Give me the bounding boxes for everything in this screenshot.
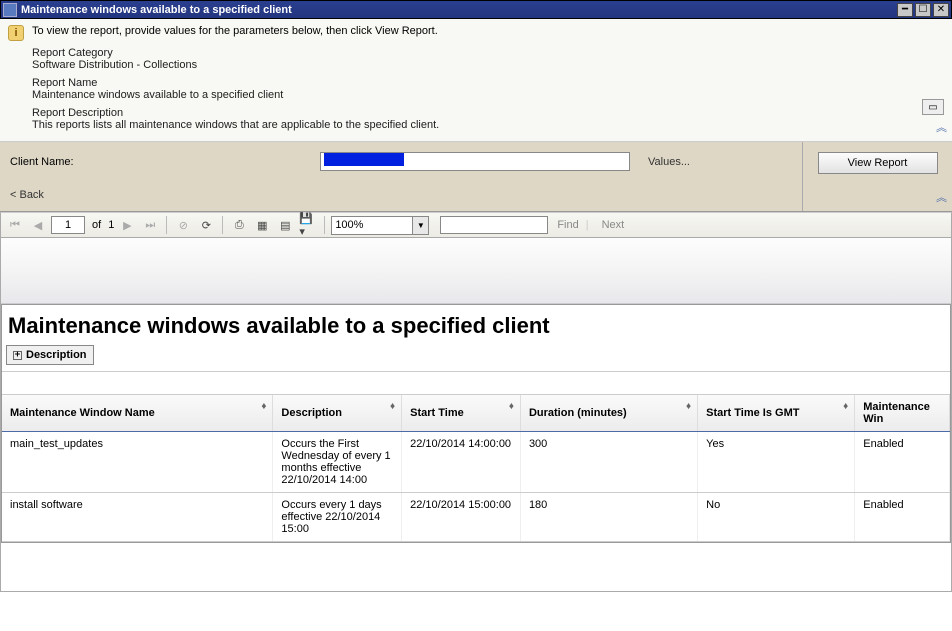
page-total: 1 xyxy=(108,219,114,231)
report-desc-value: This reports lists all maintenance windo… xyxy=(32,119,944,131)
col-header-name[interactable]: Maintenance Window Name♦ xyxy=(2,395,273,432)
client-name-label: Client Name: xyxy=(10,156,320,168)
report-name-value: Maintenance windows available to a speci… xyxy=(32,89,944,101)
prev-page-button[interactable]: ◀ xyxy=(28,215,48,235)
description-toggle-label: Description xyxy=(26,349,87,361)
col-header-mwin[interactable]: Maintenance Win xyxy=(855,395,950,432)
cell-start: 22/10/2014 14:00:00 xyxy=(402,432,521,493)
report-title: Maintenance windows available to a speci… xyxy=(2,305,950,345)
sort-icon: ♦ xyxy=(261,401,266,412)
description-toggle[interactable]: + Description xyxy=(6,345,94,365)
find-button[interactable]: Find xyxy=(557,219,578,231)
print-layout-button[interactable]: ▦ xyxy=(252,215,272,235)
minimize-button[interactable]: ━ xyxy=(897,3,913,17)
back-link[interactable]: < Back xyxy=(10,189,792,201)
export-button[interactable]: 💾▾ xyxy=(298,215,318,235)
report-category-label: Report Category xyxy=(32,47,944,59)
cell-desc: Occurs the First Wednesday of every 1 mo… xyxy=(273,432,402,493)
cell-start: 22/10/2014 15:00:00 xyxy=(402,493,521,542)
info-options-button[interactable]: ▭ xyxy=(922,99,944,115)
sort-icon: ♦ xyxy=(390,401,395,412)
info-panel: i To view the report, provide values for… xyxy=(0,19,952,142)
print-button[interactable]: ⎙ xyxy=(229,215,249,235)
cell-name: main_test_updates xyxy=(2,432,273,493)
find-input[interactable] xyxy=(440,216,548,234)
find-next-button[interactable]: Next xyxy=(602,219,625,231)
maximize-button[interactable]: ☐ xyxy=(915,3,931,17)
cell-duration: 180 xyxy=(520,493,697,542)
gap-band xyxy=(2,371,950,395)
info-intro: To view the report, provide values for t… xyxy=(32,25,438,37)
collapse-params-icon[interactable]: ︽ xyxy=(936,189,944,205)
last-page-button[interactable]: ⏭ xyxy=(140,215,160,235)
parameter-panel: Client Name: Values... < Back View Repor… xyxy=(0,142,952,212)
stop-button[interactable]: ⊘ xyxy=(173,215,193,235)
cell-mwin: Enabled xyxy=(855,493,950,542)
report-desc-label: Report Description xyxy=(32,107,944,119)
first-page-button[interactable]: ⏮ xyxy=(5,215,25,235)
window-titlebar: Maintenance windows available to a speci… xyxy=(0,0,952,19)
zoom-dropdown-button[interactable]: ▼ xyxy=(413,216,429,235)
table-row[interactable]: main_test_updatesOccurs the First Wednes… xyxy=(2,432,950,493)
toolbar-separator xyxy=(166,216,167,234)
close-button[interactable]: ✕ xyxy=(933,3,949,17)
report-category-value: Software Distribution - Collections xyxy=(32,59,944,71)
col-header-start-time[interactable]: Start Time♦ xyxy=(402,395,521,432)
toolbar-separator xyxy=(324,216,325,234)
report-header-band xyxy=(1,238,951,304)
zoom-input[interactable]: 100% xyxy=(331,216,413,235)
cell-duration: 300 xyxy=(520,432,697,493)
refresh-button[interactable]: ⟳ xyxy=(196,215,216,235)
cell-gmt: Yes xyxy=(698,432,855,493)
report-name-label: Report Name xyxy=(32,77,944,89)
sort-icon: ♦ xyxy=(686,401,691,412)
next-page-button[interactable]: ▶ xyxy=(117,215,137,235)
values-link[interactable]: Values... xyxy=(648,156,690,168)
window-title: Maintenance windows available to a speci… xyxy=(21,4,897,16)
collapse-info-icon[interactable]: ︽ xyxy=(936,119,944,135)
page-number-input[interactable] xyxy=(51,216,85,234)
col-header-description[interactable]: Description♦ xyxy=(273,395,402,432)
cell-gmt: No xyxy=(698,493,855,542)
sort-icon: ♦ xyxy=(509,401,514,412)
page-setup-button[interactable]: ▤ xyxy=(275,215,295,235)
col-header-gmt[interactable]: Start Time Is GMT♦ xyxy=(698,395,855,432)
info-icon: i xyxy=(8,25,24,41)
expand-icon: + xyxy=(13,351,22,360)
report-toolbar: ⏮ ◀ of 1 ▶ ⏭ ⊘ ⟳ ⎙ ▦ ▤ 💾▾ 100% ▼ Find | … xyxy=(0,212,952,238)
client-name-input[interactable] xyxy=(320,152,630,171)
find-separator: | xyxy=(586,219,589,231)
col-header-duration[interactable]: Duration (minutes)♦ xyxy=(520,395,697,432)
cell-desc: Occurs every 1 days effective 22/10/2014… xyxy=(273,493,402,542)
maintenance-window-table: Maintenance Window Name♦ Description♦ St… xyxy=(2,395,950,542)
report-body: Maintenance windows available to a speci… xyxy=(0,238,952,592)
page-of-label: of xyxy=(92,219,101,231)
app-icon xyxy=(3,3,17,17)
sort-icon: ♦ xyxy=(843,401,848,412)
cell-mwin: Enabled xyxy=(855,432,950,493)
cell-name: install software xyxy=(2,493,273,542)
view-report-button[interactable]: View Report xyxy=(818,152,938,174)
table-row[interactable]: install softwareOccurs every 1 days effe… xyxy=(2,493,950,542)
toolbar-separator xyxy=(222,216,223,234)
